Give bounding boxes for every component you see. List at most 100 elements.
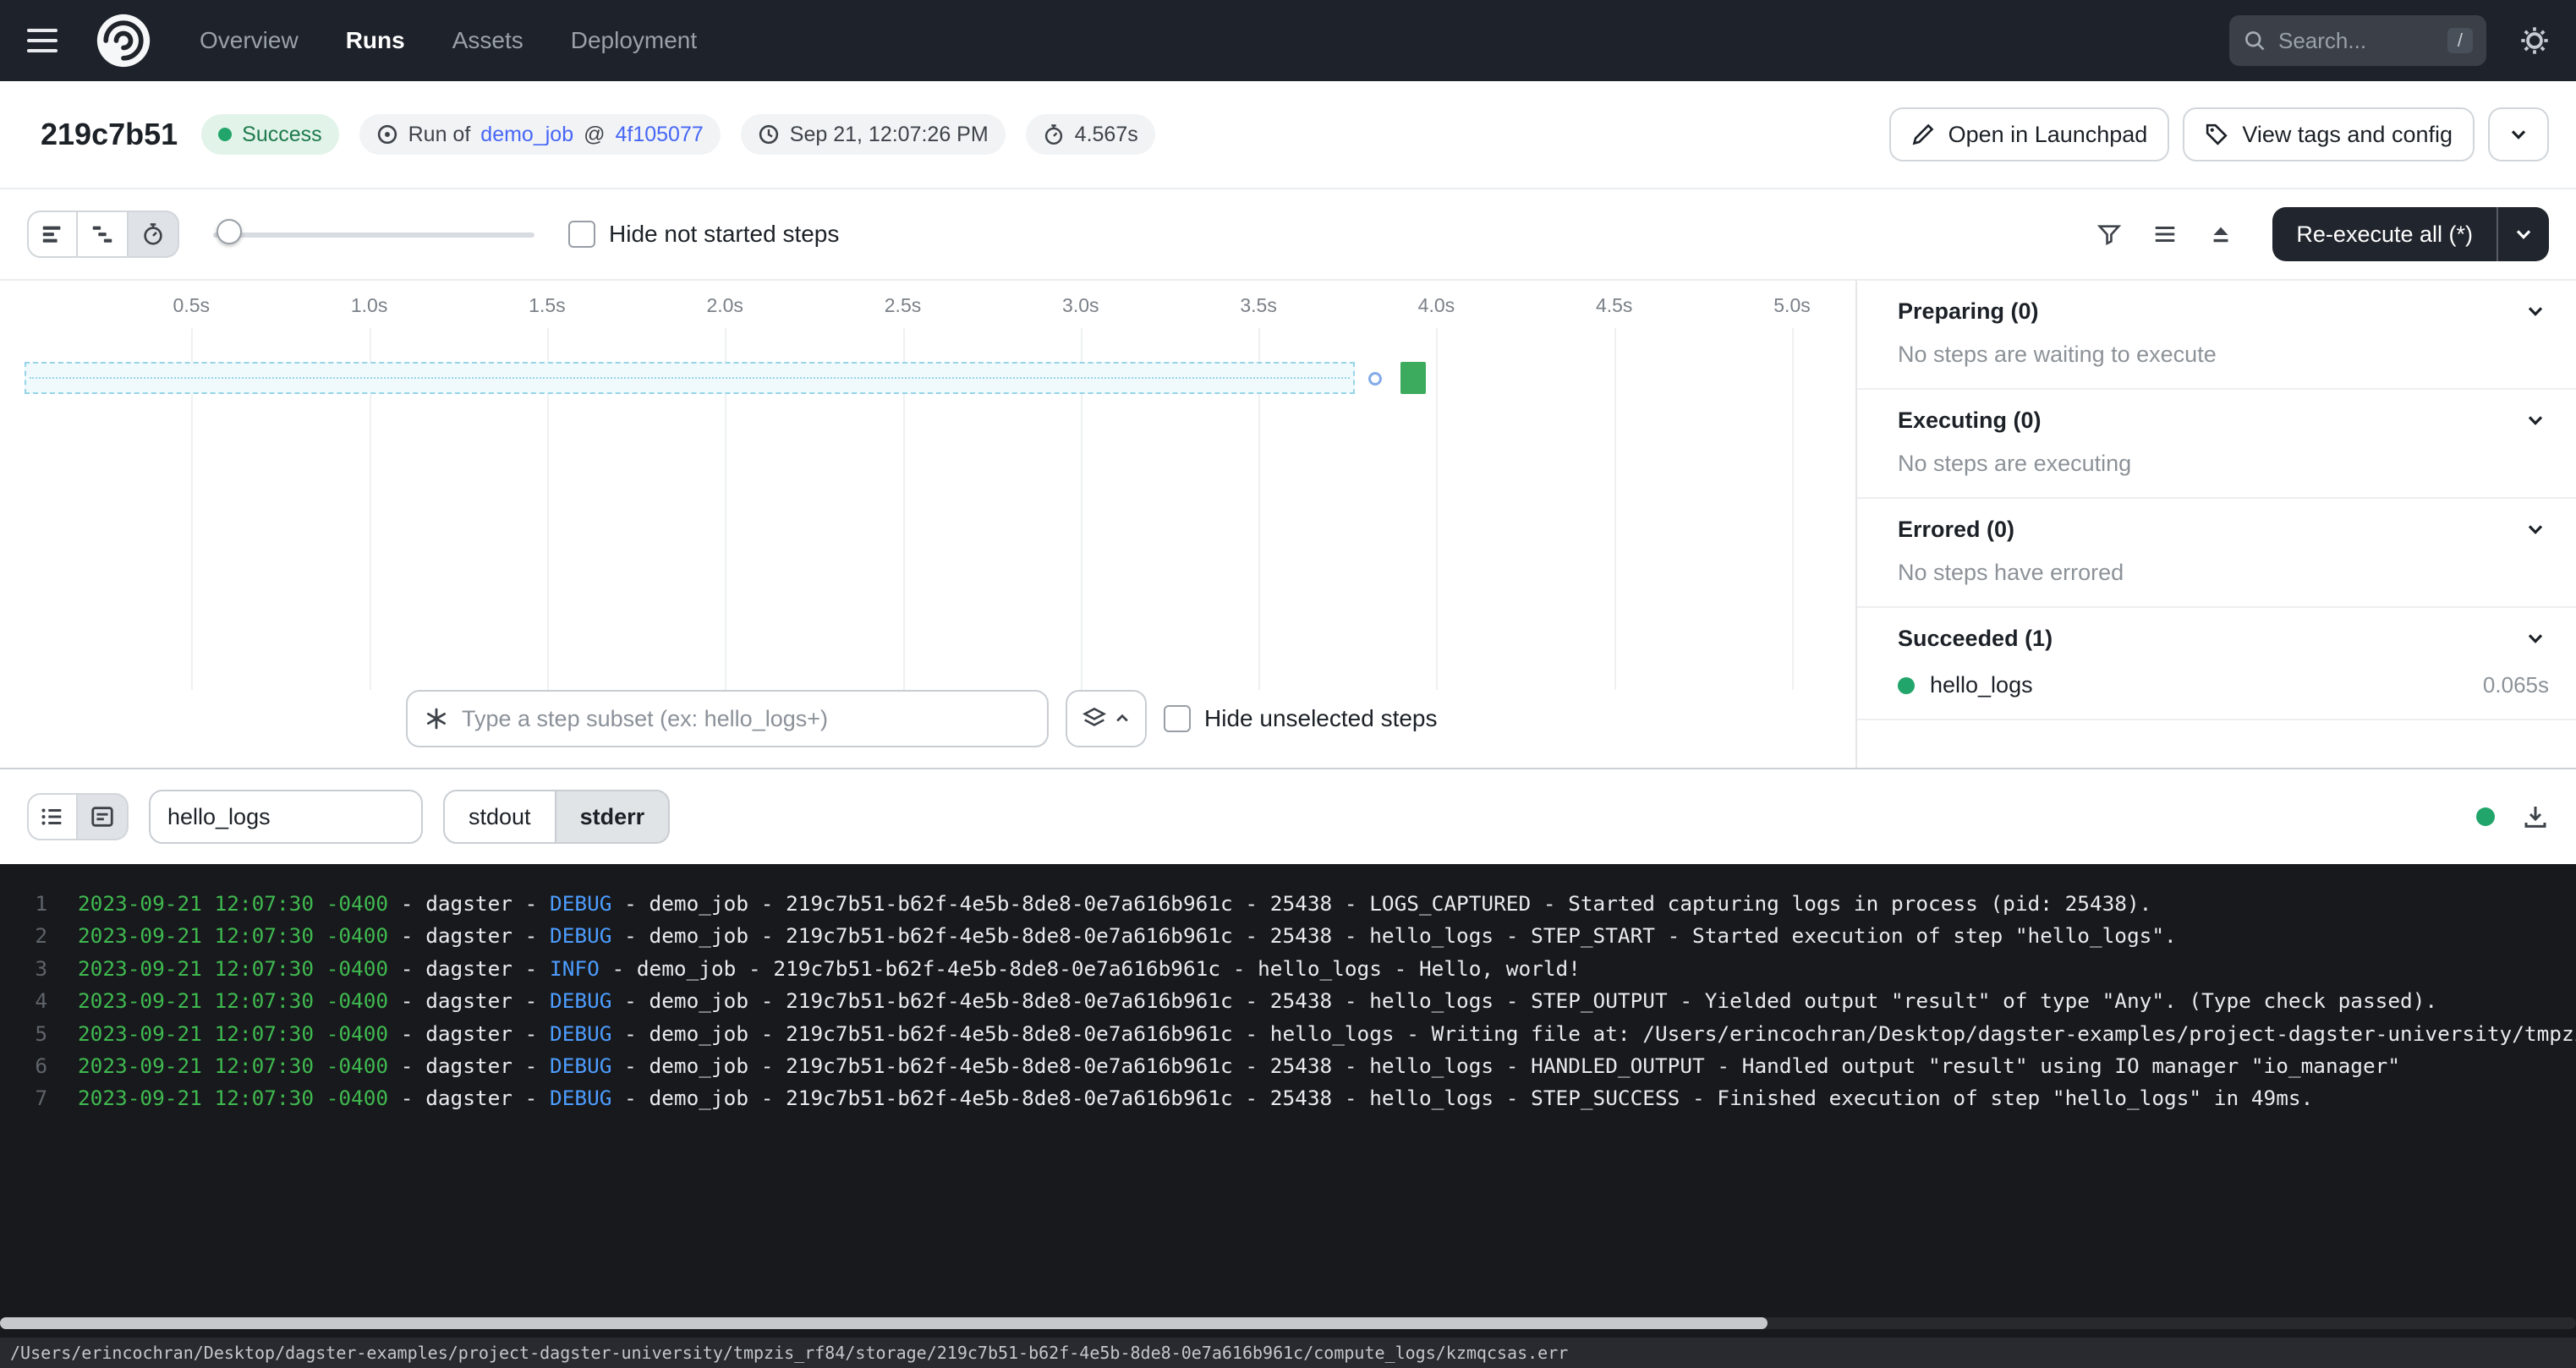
axis-tick-label: 5.0s (1773, 294, 1810, 317)
log-separator: - (611, 1021, 649, 1046)
view-tags-label: View tags and config (2242, 122, 2453, 148)
log-message: demo_job - 219c7b51-b62f-4e5b-8de8-0e7a6… (649, 1021, 2576, 1046)
steps-section-header[interactable]: Succeeded (1) (1857, 608, 2576, 669)
run-of-at: @ (584, 123, 605, 147)
timestamp-badge: Sep 21, 12:07:26 PM (741, 114, 1006, 155)
event-list-view-button[interactable] (27, 793, 78, 840)
log-timestamp: 2023-09-21 12:07:30 -0400 (78, 923, 388, 948)
steps-section-empty: No steps are executing (1857, 451, 2576, 497)
search-placeholder: Search... (2278, 28, 2436, 54)
log-message: demo_job - 219c7b51-b62f-4e5b-8de8-0e7a6… (649, 923, 2177, 948)
gantt-step-bar[interactable] (1400, 362, 1425, 394)
log-timestamp: 2023-09-21 12:07:30 -0400 (78, 1021, 388, 1046)
step-row[interactable]: hello_logs0.065s (1857, 669, 2576, 719)
axis-tick-label: 4.5s (1596, 294, 1632, 317)
chevron-down-icon[interactable] (2525, 628, 2546, 648)
tab-stdout[interactable]: stdout (443, 790, 556, 844)
duration-badge: 4.567s (1026, 114, 1155, 155)
log-separator: - (512, 1086, 550, 1110)
run-main: 0.5s1.0s1.5s2.0s2.5s3.0s3.5s4.0s4.5s5.0s (0, 281, 2576, 769)
eject-icon[interactable] (2196, 211, 2245, 258)
nav-item-assets[interactable]: Assets (452, 27, 523, 54)
search-input[interactable]: Search... / (2229, 15, 2486, 66)
run-duration: 4.567s (1075, 123, 1138, 147)
rows-icon[interactable] (2140, 211, 2190, 258)
chevron-down-icon[interactable] (2525, 410, 2546, 430)
log-message: demo_job - 219c7b51-b62f-4e5b-8de8-0e7a6… (649, 988, 2438, 1013)
log-view: 12023-09-21 12:07:30 -0400 - dagster - D… (0, 864, 2576, 1338)
gantt-waterfall-view-button[interactable] (78, 211, 129, 258)
log-lines: 12023-09-21 12:07:30 -0400 - dagster - D… (0, 864, 2576, 1115)
gantt-zoom-slider[interactable] (213, 211, 534, 258)
filter-icon[interactable] (2085, 211, 2134, 258)
log-line: 12023-09-21 12:07:30 -0400 - dagster - D… (0, 888, 2576, 920)
log-source: dagster (425, 923, 512, 948)
log-source: dagster (425, 891, 512, 916)
step-subset-input[interactable] (462, 706, 1030, 732)
chevron-down-icon[interactable] (2525, 301, 2546, 321)
log-message: demo_job - 219c7b51-b62f-4e5b-8de8-0e7a6… (637, 956, 1581, 981)
run-of-prefix: Run of (408, 123, 471, 147)
top-nav: Overview Runs Assets Deployment Search... / (0, 0, 2576, 81)
gantt-timed-view-button[interactable] (129, 211, 179, 258)
hide-not-started-checkbox[interactable] (568, 221, 595, 248)
gantt-view-mode-group (27, 211, 179, 258)
job-link[interactable]: demo_job (480, 123, 573, 147)
open-launchpad-button[interactable]: Open in Launchpad (1889, 107, 2170, 161)
steps-section-header[interactable]: Executing (0) (1857, 390, 2576, 451)
hide-unselected-checkbox[interactable] (1164, 705, 1191, 732)
stopwatch-icon (1043, 123, 1065, 145)
log-separator: - (611, 988, 649, 1013)
steps-section: Executing (0)No steps are executing (1857, 390, 2576, 499)
gridline (1436, 328, 1438, 690)
horizontal-scrollbar[interactable] (0, 1317, 2576, 1329)
axis-tick-label: 2.5s (885, 294, 921, 317)
nav-item-overview[interactable]: Overview (200, 27, 299, 54)
steps-section: Succeeded (1)hello_logs0.065s (1857, 608, 2576, 720)
slider-handle[interactable] (216, 219, 242, 244)
raw-log-view-button[interactable] (78, 793, 129, 840)
menu-icon[interactable] (27, 19, 71, 63)
nav-item-deployment[interactable]: Deployment (571, 27, 697, 54)
view-tags-button[interactable]: View tags and config (2183, 107, 2475, 161)
axis-tick-label: 1.5s (529, 294, 565, 317)
log-step-filter-input[interactable] (167, 804, 404, 830)
steps-section-header[interactable]: Preparing (0) (1857, 281, 2576, 342)
hide-unselected-row: Hide unselected steps (1164, 705, 1438, 732)
log-separator: - (611, 923, 649, 948)
dagster-logo-icon[interactable] (95, 12, 152, 69)
log-separator: - (388, 891, 425, 916)
log-line: 52023-09-21 12:07:30 -0400 - dagster - D… (0, 1018, 2576, 1050)
steps-section-header[interactable]: Errored (0) (1857, 499, 2576, 560)
log-timestamp: 2023-09-21 12:07:30 -0400 (78, 1086, 388, 1110)
run-of-badge: Run of demo_job @ 4f105077 (359, 114, 721, 155)
layers-button[interactable] (1066, 690, 1147, 747)
scrollbar-thumb[interactable] (0, 1317, 1768, 1329)
log-separator: - (512, 923, 550, 948)
log-separator: - (611, 891, 649, 916)
chevron-down-icon[interactable] (2525, 519, 2546, 539)
tab-stderr[interactable]: stderr (556, 790, 671, 844)
chevron-down-icon[interactable] (2498, 224, 2549, 244)
steps-section: Errored (0)No steps have errored (1857, 499, 2576, 608)
gantt-flat-view-button[interactable] (27, 211, 78, 258)
gantt-toolbar: Hide not started steps Re-execute all (*… (0, 189, 2576, 281)
step-duration: 0.065s (2483, 672, 2549, 698)
reexecute-all-button[interactable]: Re-execute all (*) (2272, 207, 2549, 261)
run-actions-menu-button[interactable] (2488, 107, 2549, 161)
axis-tick-label: 3.5s (1240, 294, 1276, 317)
log-separator: - (512, 988, 550, 1013)
gear-icon[interactable] (2520, 26, 2549, 55)
log-source: dagster (425, 1053, 512, 1078)
step-selector-icon (425, 707, 448, 731)
nav-links: Overview Runs Assets Deployment (200, 27, 697, 54)
log-timestamp: 2023-09-21 12:07:30 -0400 (78, 891, 388, 916)
log-line-number: 3 (14, 953, 47, 985)
log-level: DEBUG (550, 1086, 611, 1110)
nav-item-runs[interactable]: Runs (346, 27, 405, 54)
log-separator: - (512, 1021, 550, 1046)
steps-section: Preparing (0)No steps are waiting to exe… (1857, 281, 2576, 390)
axis-tick-label: 1.0s (351, 294, 387, 317)
code-version-link[interactable]: 4f105077 (616, 123, 704, 147)
download-icon[interactable] (2522, 803, 2549, 830)
